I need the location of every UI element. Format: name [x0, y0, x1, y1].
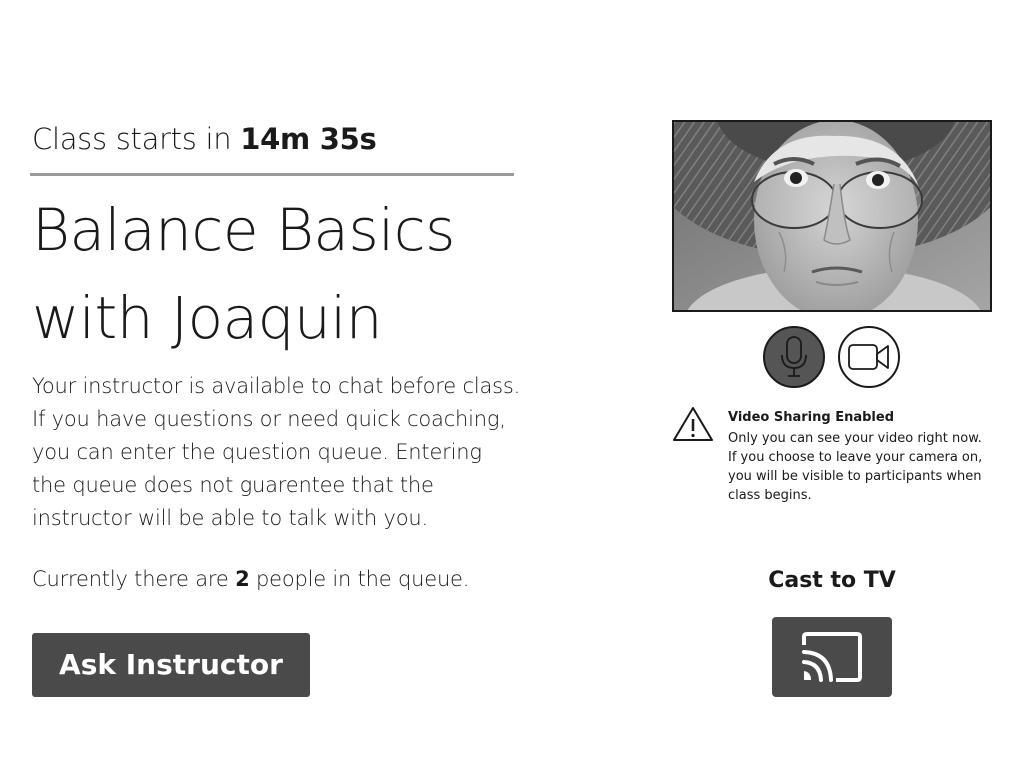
video-sharing-notice-body: Only you can see your video right now. I…: [728, 431, 983, 503]
cast-to-tv-button[interactable]: [772, 617, 892, 697]
video-camera-icon: [848, 344, 889, 370]
countdown-time: 14m 35s: [240, 122, 377, 156]
class-title-line2: with Joaquin: [32, 284, 383, 352]
cast-to-tv-label: Cast to TV: [768, 568, 896, 593]
pre-class-lobby: Class starts in 14m 35s Balance Basics w…: [0, 0, 1024, 768]
ask-instructor-button[interactable]: Ask Instructor: [32, 633, 310, 697]
microphone-icon: [781, 336, 807, 377]
instructor-availability-text: Your instructor is available to chat bef…: [32, 374, 521, 530]
ask-instructor-label: Ask Instructor: [59, 647, 283, 681]
video-feed-image: [674, 122, 990, 310]
countdown-prefix: Class starts in: [32, 122, 232, 156]
cast-icon: [802, 632, 862, 682]
camera-toggle-button[interactable]: [838, 326, 900, 388]
video-sharing-notice-title: Video Sharing Enabled: [728, 410, 895, 425]
queue-status: Currently there are 2 people in the queu…: [32, 567, 469, 591]
self-video-preview: [672, 120, 992, 312]
queue-prefix: Currently there are: [32, 567, 229, 591]
queue-count: 2: [235, 567, 250, 591]
class-title-line1: Balance Basics: [32, 196, 455, 264]
class-title: Balance Basics with Joaquin: [32, 186, 552, 362]
divider: [30, 173, 514, 176]
queue-suffix: people in the queue.: [255, 567, 470, 591]
warning-triangle-icon: [673, 407, 713, 441]
class-countdown: Class starts in 14m 35s: [32, 122, 377, 156]
microphone-toggle-button[interactable]: [763, 326, 825, 388]
